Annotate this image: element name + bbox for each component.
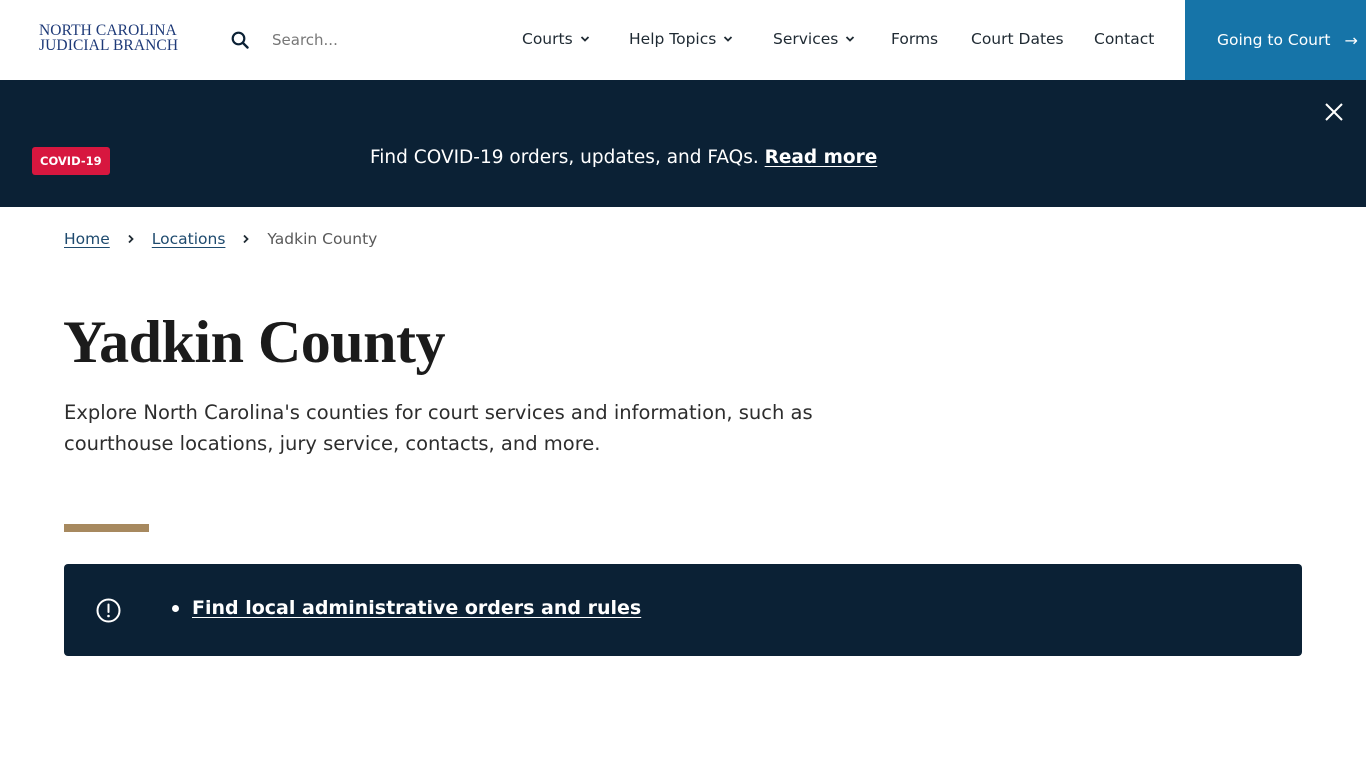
chevron-down-icon (846, 36, 855, 42)
covid-alert-banner (0, 80, 1366, 207)
nav-item-label: Court Dates (971, 30, 1064, 48)
nav-item-label: Services (773, 30, 839, 48)
list-item: Find local administrative orders and rul… (172, 597, 641, 619)
covid-badge: COVID-19 (32, 147, 110, 175)
logo-line-2: JUDICIAL BRANCH (39, 37, 179, 54)
going-to-court-button[interactable]: Going to Court → (1185, 0, 1366, 80)
info-callout: Find local administrative orders and rul… (64, 564, 1302, 656)
breadcrumb: Home Locations Yadkin County (64, 230, 377, 248)
search-input[interactable] (262, 24, 462, 56)
chevron-right-icon (243, 234, 250, 244)
nav-item-help-topics[interactable]: Help Topics (629, 30, 733, 48)
page-title: Yadkin County (63, 309, 446, 375)
arrow-right-icon: → (1344, 30, 1358, 50)
alert-message: Find COVID-19 orders, updates, and FAQs.… (370, 147, 877, 168)
nav-item-label: Help Topics (629, 30, 717, 48)
nav-item-label: Forms (891, 30, 939, 48)
logo-line-1: NORTH CAROLINA (39, 22, 177, 39)
nav-item-services[interactable]: Services (773, 30, 855, 48)
close-icon[interactable] (1323, 101, 1345, 123)
search-icon[interactable] (231, 31, 249, 49)
read-more-link[interactable]: Read more (765, 147, 878, 168)
alert-text: Find COVID-19 orders, updates, and FAQs. (370, 147, 759, 168)
breadcrumb-locations[interactable]: Locations (152, 230, 226, 248)
site-header: NORTH CAROLINA JUDICIAL BRANCH Courts He… (0, 0, 1366, 80)
going-to-court-label: Going to Court (1217, 31, 1331, 49)
accent-divider (64, 524, 149, 532)
nav-item-label: Contact (1094, 30, 1155, 48)
admin-orders-link[interactable]: Find local administrative orders and rul… (192, 597, 641, 619)
bullet (172, 604, 179, 612)
page-intro: Explore North Carolina's counties for co… (64, 401, 813, 455)
nav-item-courts[interactable]: Courts (522, 30, 590, 48)
nav-item-label: Courts (522, 30, 573, 48)
exclamation-circle-icon (96, 598, 121, 623)
site-logo[interactable]: NORTH CAROLINA JUDICIAL BRANCH (39, 22, 179, 54)
chevron-right-icon (128, 234, 134, 244)
chevron-down-icon (580, 36, 589, 42)
breadcrumb-home[interactable]: Home (64, 230, 110, 248)
breadcrumb-current: Yadkin County (267, 230, 378, 248)
nav-item-court-dates[interactable]: Court Dates (971, 30, 1064, 48)
nav-item-forms[interactable]: Forms (891, 30, 938, 48)
nav-item-contact[interactable]: Contact (1094, 30, 1154, 48)
info-links: Find local administrative orders and rul… (172, 597, 641, 619)
chevron-down-icon (724, 36, 733, 42)
